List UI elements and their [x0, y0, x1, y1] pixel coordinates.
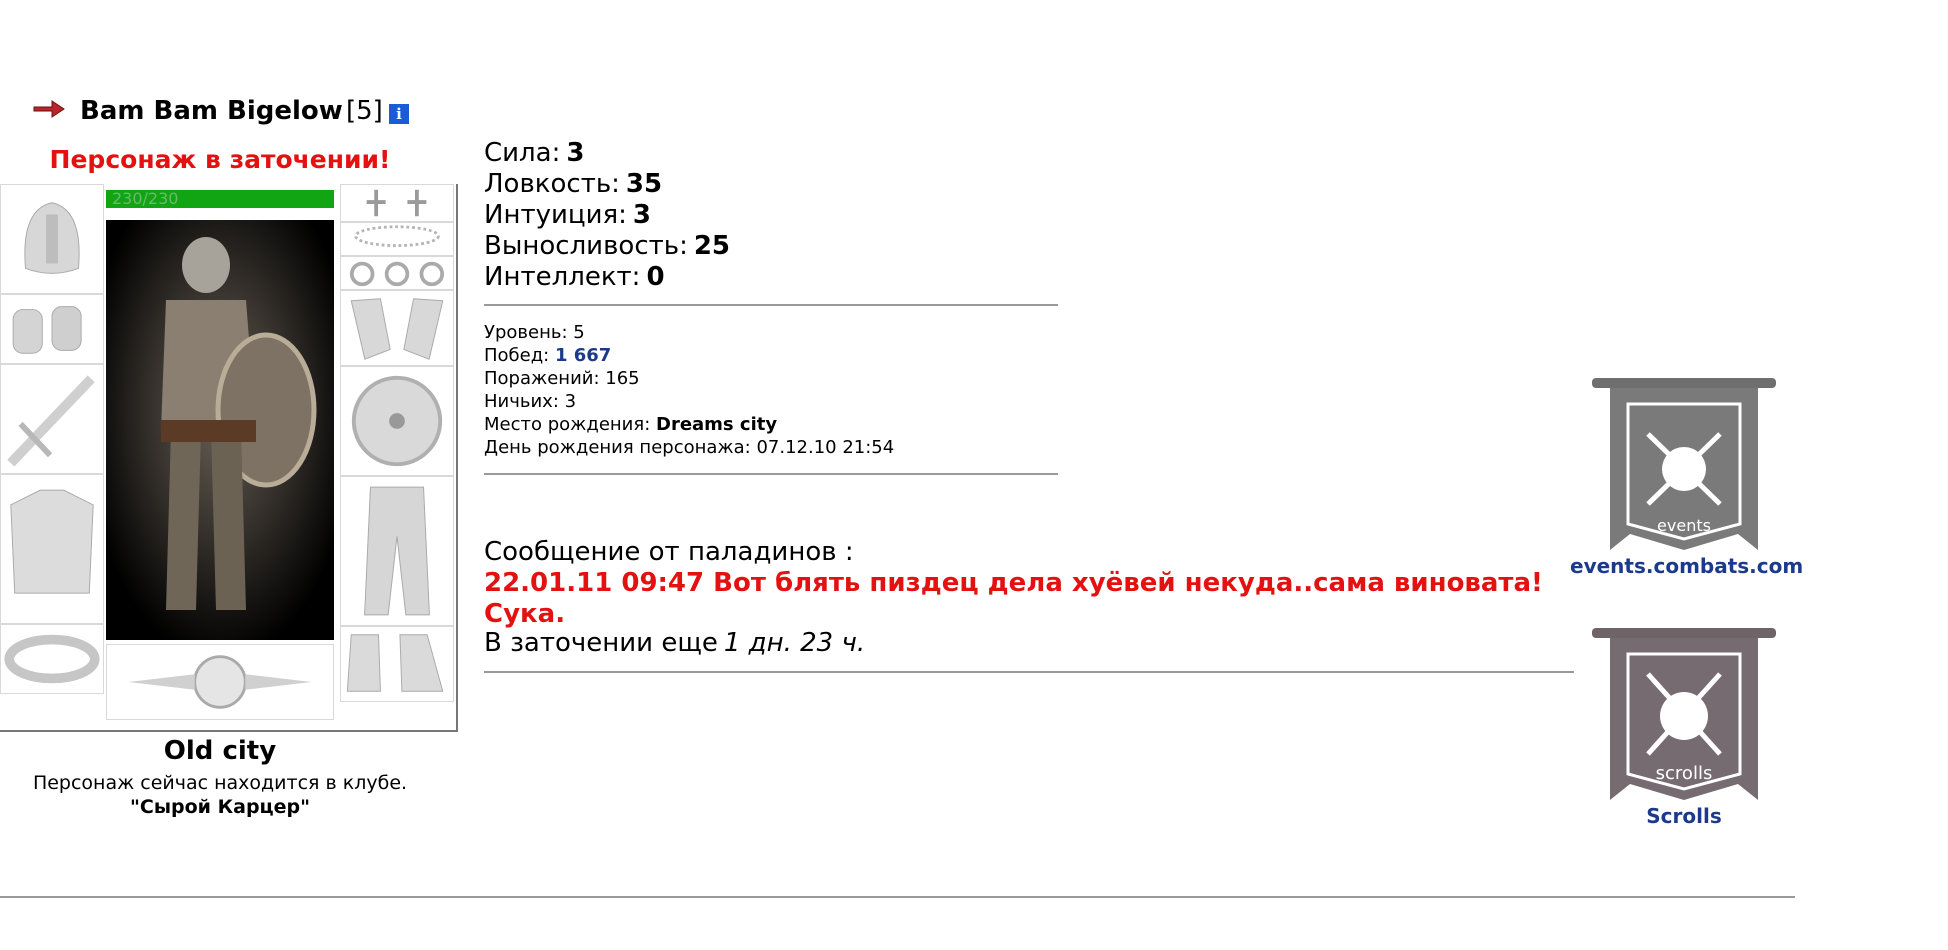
paladin-message-title: Сообщение от паладинов : [484, 537, 854, 567]
shield-slot-icon[interactable] [340, 366, 454, 476]
amulet-slot-icon[interactable] [340, 222, 454, 256]
events-link[interactable]: events.combats.com [1570, 554, 1803, 578]
birthday-info: День рождения персонажа: 07.12.10 21:54 [484, 437, 895, 458]
equipment-panel: 230/230 [0, 184, 458, 732]
character-level: [5] [346, 96, 383, 126]
belt-slot-icon[interactable] [0, 624, 104, 694]
stat-endurance: Выносливость: 25 [484, 231, 731, 261]
gloves-slot-icon[interactable] [340, 290, 454, 366]
arrow-icon[interactable] [32, 98, 66, 120]
svg-text:scrolls: scrolls [1656, 763, 1713, 784]
leggings-slot-icon[interactable] [340, 476, 454, 626]
character-name: Bam Bam Bigelow [80, 96, 343, 126]
losses-info: Поражений: 165 [484, 368, 640, 389]
divider [484, 473, 1058, 475]
events-fist-banner-icon[interactable]: events [1588, 374, 1780, 554]
hp-text: 230/230 [112, 189, 179, 208]
boots-slot-icon[interactable] [340, 626, 454, 702]
club-location-text: Персонаж сейчас находится в клубе. [32, 772, 408, 794]
birthplace-info: Место рождения: Dreams city [484, 414, 778, 435]
divider [484, 304, 1058, 306]
svg-text:events: events [1657, 516, 1711, 535]
scrolls-link[interactable]: Scrolls [1570, 804, 1798, 828]
level-info: Уровень: 5 [484, 322, 585, 343]
jail-remaining: В заточении еще 1 дн. 23 ч. [484, 628, 866, 658]
wins-link[interactable]: 1 667 [555, 345, 611, 366]
divider [484, 671, 1574, 673]
jail-notice: Персонаж в заточении! [49, 145, 391, 174]
bracers-slot-icon[interactable] [0, 294, 104, 364]
helmet-slot-icon[interactable] [0, 184, 104, 294]
city-name: Old city [163, 736, 277, 766]
earrings-slot-icon[interactable] [340, 184, 454, 222]
clan-emblem-icon[interactable] [106, 644, 334, 720]
draws-info: Ничьих: 3 [484, 391, 577, 412]
character-portrait [106, 220, 334, 640]
paladin-message-text: 22.01.11 09:47 Вот блять пиздец дела хуё… [484, 568, 1543, 629]
armor-slot-icon[interactable] [0, 474, 104, 624]
scrolls-fist-banner-icon[interactable]: scrolls [1588, 624, 1780, 804]
stat-intellect: Интеллект: 0 [484, 262, 665, 292]
stat-intuition: Интуиция: 3 [484, 200, 651, 230]
sword-slot-icon[interactable] [0, 364, 104, 474]
club-name: "Сырой Карцер" [129, 796, 311, 818]
stat-agility: Ловкость: 35 [484, 169, 663, 199]
footer-divider [0, 896, 1795, 898]
info-icon[interactable]: i [389, 104, 409, 124]
rings-slot-icon[interactable] [340, 256, 454, 290]
wins-info: Побед: 1 667 [484, 345, 612, 366]
stat-strength: Сила: 3 [484, 138, 585, 168]
